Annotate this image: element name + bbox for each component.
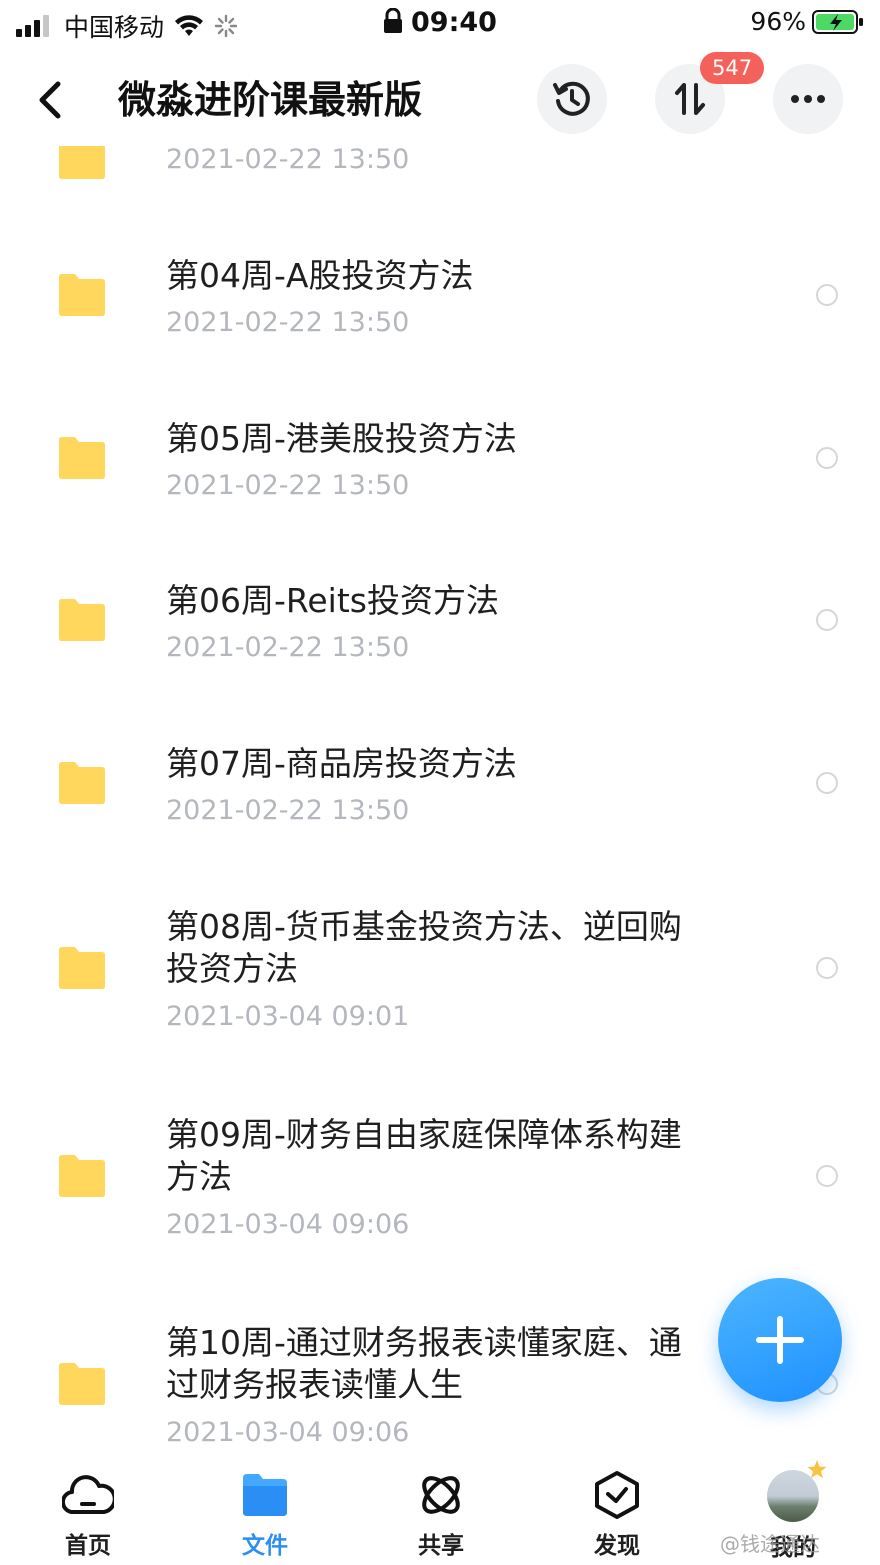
cloud-home-icon bbox=[62, 1475, 114, 1515]
watermark: @钱途通达 bbox=[720, 1532, 820, 1556]
file-row[interactable]: 第05周-港美股投资方法 2021-02-22 13:50 bbox=[0, 393, 880, 533]
folder-icon bbox=[59, 274, 105, 316]
history-clock-icon bbox=[553, 81, 590, 116]
status-time: 09:40 bbox=[411, 7, 497, 38]
plus-icon bbox=[756, 1316, 804, 1364]
folder-tab-icon bbox=[243, 1474, 287, 1516]
tab-label: 共享 bbox=[418, 1533, 464, 1559]
crown-star-icon bbox=[807, 1460, 827, 1478]
folder-icon bbox=[59, 947, 105, 989]
file-row[interactable]: 第07周-商品房投资方法 2021-02-22 13:50 bbox=[0, 718, 880, 858]
file-name: 第05周-港美股投资方法 bbox=[166, 419, 517, 458]
folder-icon bbox=[59, 1155, 105, 1197]
file-name: 第09周-财务自由家庭保障体系构建方法 bbox=[166, 1115, 682, 1196]
battery-percent: 96% bbox=[750, 7, 806, 36]
file-date: 2021-02-22 13:50 bbox=[166, 632, 410, 663]
tab-discover[interactable]: 发现 bbox=[557, 1470, 677, 1560]
file-name: 第07周-商品房投资方法 bbox=[166, 744, 517, 783]
select-radio[interactable] bbox=[816, 609, 838, 631]
tab-files[interactable]: 文件 bbox=[205, 1470, 325, 1560]
history-button[interactable] bbox=[537, 64, 607, 134]
file-row[interactable]: 第06周-Reits投资方法 2021-02-22 13:50 bbox=[0, 555, 880, 695]
add-button[interactable] bbox=[718, 1278, 842, 1402]
select-radio[interactable] bbox=[816, 284, 838, 306]
upload-download-icon bbox=[675, 83, 705, 115]
select-radio[interactable] bbox=[816, 772, 838, 794]
file-name: 第10周-通过财务报表读懂家庭、通过财务报表读懂人生 bbox=[166, 1323, 682, 1404]
file-date: 2021-02-22 13:50 bbox=[166, 470, 410, 501]
file-date: 2021-03-04 09:06 bbox=[166, 1417, 410, 1448]
folder-icon bbox=[59, 762, 105, 804]
file-date: 2021-03-04 09:06 bbox=[166, 1209, 410, 1240]
file-row[interactable]: 第08周-货币基金投资方法、逆回购投资方法 2021-03-04 09:01 bbox=[0, 882, 880, 1062]
discover-hexagon-icon bbox=[595, 1471, 639, 1519]
file-date: 2021-02-22 13:50 bbox=[166, 144, 410, 175]
tab-home[interactable]: 首页 bbox=[28, 1470, 148, 1560]
more-dots-icon bbox=[791, 95, 825, 103]
select-radio[interactable] bbox=[816, 447, 838, 469]
more-options-button[interactable] bbox=[773, 64, 843, 134]
select-radio[interactable] bbox=[816, 957, 838, 979]
status-time-group: 09:40 bbox=[0, 7, 880, 38]
select-radio[interactable] bbox=[816, 1165, 838, 1187]
tab-label: 发现 bbox=[594, 1533, 640, 1559]
file-date: 2021-02-22 13:50 bbox=[166, 307, 410, 338]
status-bar: 中国移动 09:40 96% bbox=[0, 0, 880, 48]
status-right: 96% bbox=[750, 7, 864, 36]
tab-label: 文件 bbox=[242, 1533, 288, 1559]
folder-icon bbox=[59, 437, 105, 479]
avatar bbox=[767, 1460, 827, 1522]
back-arrow-icon[interactable] bbox=[30, 76, 74, 124]
file-date: 2021-02-22 13:50 bbox=[166, 795, 410, 826]
file-row[interactable]: 第09周-财务自由家庭保障体系构建方法 2021-03-04 09:06 bbox=[0, 1090, 880, 1270]
file-row[interactable]: 第04周-A股投资方法 2021-02-22 13:50 bbox=[0, 230, 880, 370]
share-orbit-icon bbox=[422, 1476, 460, 1514]
file-date: 2021-03-04 09:01 bbox=[166, 1001, 410, 1032]
file-name: 第08周-货币基金投资方法、逆回购投资方法 bbox=[166, 907, 682, 988]
folder-icon bbox=[59, 599, 105, 641]
page-title: 微淼进阶课最新版 bbox=[118, 78, 423, 122]
file-name: 第06周-Reits投资方法 bbox=[166, 581, 499, 620]
battery-charging-icon bbox=[812, 9, 863, 34]
file-name: 第04周-A股投资方法 bbox=[166, 256, 474, 295]
tab-label: 首页 bbox=[65, 1533, 111, 1559]
transfer-count-badge: 547 bbox=[700, 52, 765, 84]
folder-icon bbox=[59, 1363, 105, 1405]
tab-share[interactable]: 共享 bbox=[381, 1470, 501, 1560]
lock-icon bbox=[384, 7, 403, 33]
